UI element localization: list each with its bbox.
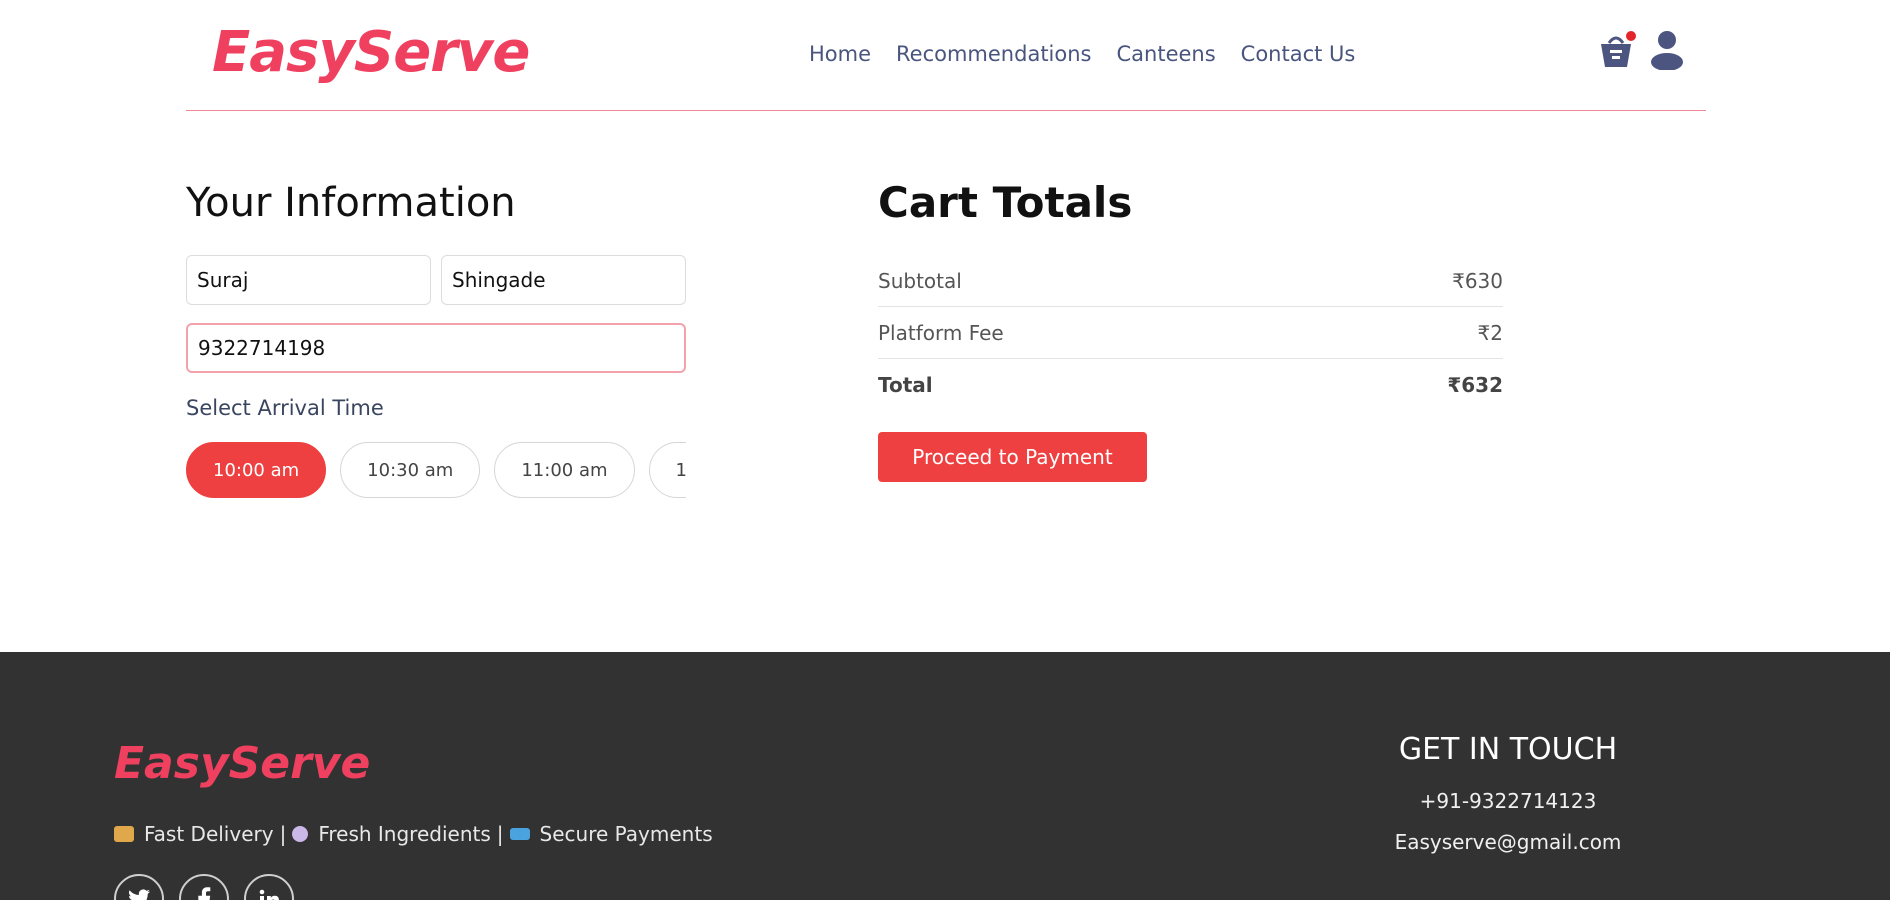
nav-home[interactable]: Home xyxy=(809,42,871,66)
fee-row: Platform Fee ₹2 xyxy=(878,307,1503,358)
fee-label: Platform Fee xyxy=(878,320,1004,345)
feature-text: Secure Payments xyxy=(539,822,713,846)
site-header: EasyServe Home Recommendations Canteens … xyxy=(186,0,1706,111)
feature-text: Fast Delivery xyxy=(144,822,274,846)
time-slot[interactable]: 10:30 am xyxy=(340,442,481,498)
nav-contact[interactable]: Contact Us xyxy=(1241,42,1356,66)
separator: | xyxy=(279,822,287,846)
page-title: Your Information xyxy=(186,180,516,226)
feature-text: Fresh Ingredients xyxy=(318,822,491,846)
brand-logo[interactable]: EasyServe xyxy=(212,20,530,85)
proceed-to-payment-button[interactable]: Proceed to Payment xyxy=(878,432,1147,482)
contact-title: GET IN TOUCH xyxy=(1398,732,1618,767)
twitter-icon[interactable] xyxy=(114,874,164,900)
last-name-field[interactable]: Shingade xyxy=(441,255,686,305)
basket-icon[interactable] xyxy=(1600,31,1636,69)
plate-icon xyxy=(292,826,309,842)
contact-section: GET IN TOUCH +91-9322714123 Easyserve@gm… xyxy=(1358,732,1658,871)
time-slot[interactable]: 11:00 am xyxy=(494,442,635,498)
nav-canteens[interactable]: Canteens xyxy=(1117,42,1216,66)
contact-email[interactable]: Easyserve@gmail.com xyxy=(1358,830,1658,854)
first-name-field[interactable]: Suraj xyxy=(186,255,431,305)
nav-recommendations[interactable]: Recommendations xyxy=(896,42,1091,66)
site-footer: EasyServe Fast Delivery | Fresh Ingredie… xyxy=(0,652,1890,900)
subtotal-value: ₹630 xyxy=(1452,268,1503,293)
arrival-time-slots[interactable]: 10:00 am 10:30 am 11:00 am 11:30 am xyxy=(186,442,686,500)
subtotal-label: Subtotal xyxy=(878,268,962,293)
fee-value: ₹2 xyxy=(1477,320,1503,345)
footer-logo: EasyServe xyxy=(114,738,371,789)
cart-totals-title: Cart Totals xyxy=(878,178,1133,227)
total-value: ₹632 xyxy=(1447,372,1503,397)
phone-field[interactable]: 9322714198 xyxy=(186,323,686,373)
card-icon xyxy=(509,828,530,840)
header-icons xyxy=(1600,30,1684,71)
contact-phone[interactable]: +91-9322714123 xyxy=(1358,789,1658,813)
arrival-time-label: Select Arrival Time xyxy=(186,396,384,420)
subtotal-row: Subtotal ₹630 xyxy=(878,255,1503,306)
package-icon xyxy=(114,826,134,842)
linkedin-icon[interactable] xyxy=(244,874,294,900)
cart-notification-dot xyxy=(1626,31,1636,41)
profile-icon[interactable] xyxy=(1650,30,1684,71)
total-label: Total xyxy=(878,372,933,397)
total-row: Total ₹632 xyxy=(878,359,1503,410)
main-nav: Home Recommendations Canteens Contact Us xyxy=(809,42,1380,66)
facebook-icon[interactable] xyxy=(179,874,229,900)
cart-totals-table: Subtotal ₹630 Platform Fee ₹2 Total ₹632 xyxy=(878,255,1503,410)
social-links xyxy=(114,874,294,900)
time-slot[interactable]: 11:30 am xyxy=(648,442,686,498)
separator: | xyxy=(496,822,504,846)
time-slot-selected[interactable]: 10:00 am xyxy=(186,442,327,498)
footer-features: Fast Delivery | Fresh Ingredients | Secu… xyxy=(114,822,713,846)
